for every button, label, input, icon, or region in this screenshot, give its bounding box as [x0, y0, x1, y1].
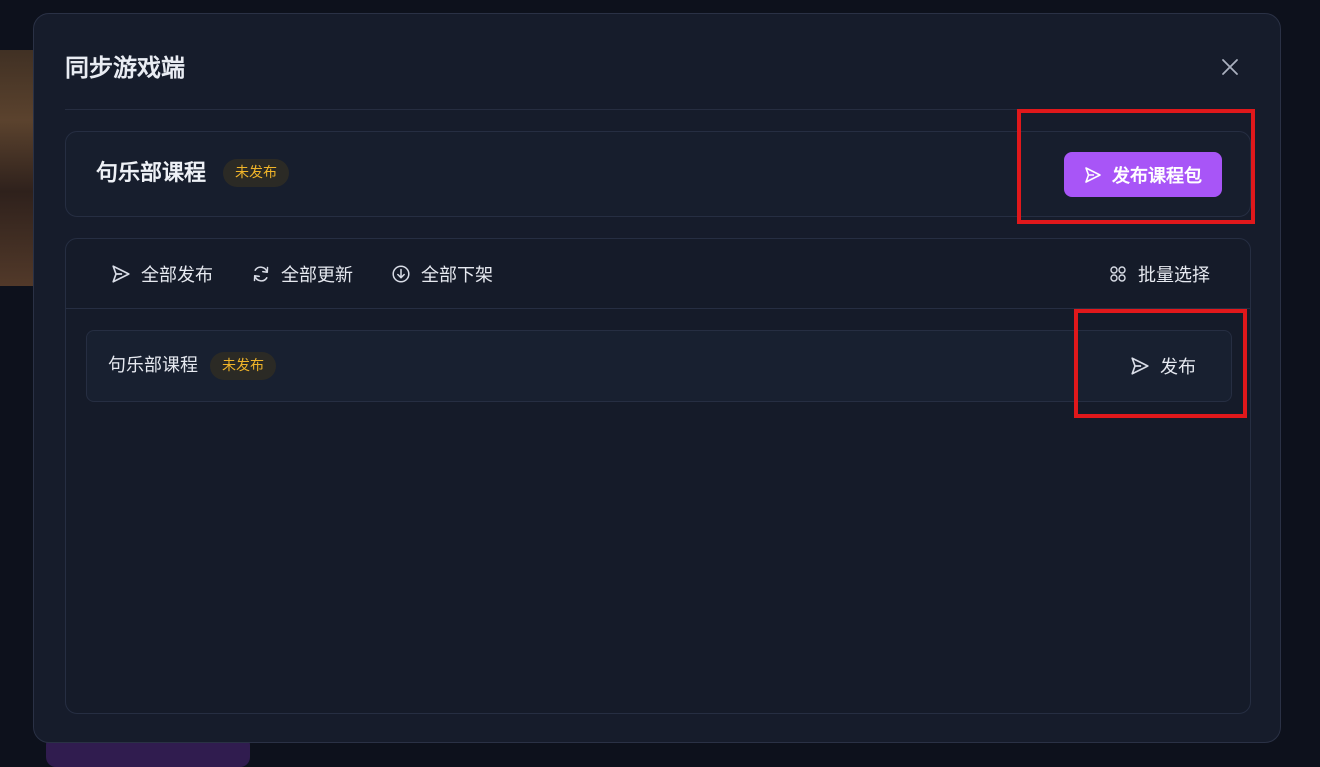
modal-title: 同步游戏端 [65, 54, 185, 82]
refresh-icon [253, 266, 269, 282]
course-card: 句乐部课程 未发布 发布课程包 [65, 131, 1251, 217]
release-list-panel: 全部发布 全部更新 全部下架 批量选择 句乐部课程 未发布 发布 [65, 238, 1251, 714]
status-badge: 未发布 [223, 159, 289, 187]
list-item: 句乐部课程 未发布 发布 [86, 330, 1232, 402]
row-publish-label: 发布 [1160, 357, 1196, 378]
unpublish-all-label: 全部下架 [421, 265, 493, 286]
header-divider [65, 109, 1251, 110]
send-icon [1131, 357, 1149, 375]
unpublish-all-button[interactable]: 全部下架 [391, 259, 493, 289]
row-name: 句乐部课程 [108, 355, 198, 376]
publish-package-label: 发布课程包 [1112, 165, 1202, 187]
course-name: 句乐部课程 [96, 161, 207, 186]
batch-select-label: 批量选择 [1138, 265, 1210, 286]
close-icon [1222, 59, 1238, 75]
row-publish-button[interactable]: 发布 [1130, 351, 1196, 381]
publish-package-button[interactable]: 发布课程包 [1064, 152, 1222, 197]
publish-all-label: 全部发布 [141, 265, 213, 286]
update-all-label: 全部更新 [281, 265, 353, 286]
grid-select-icon [1110, 266, 1126, 282]
send-icon [1085, 166, 1101, 183]
batch-select-button[interactable]: 批量选择 [1108, 259, 1210, 289]
sync-game-modal: 同步游戏端 句乐部课程 未发布 发布课程包 全部发布 全部更新 全部下架 批量选… [33, 13, 1281, 743]
bulk-toolbar: 全部发布 全部更新 全部下架 批量选择 [66, 239, 1250, 309]
update-all-button[interactable]: 全部更新 [251, 259, 353, 289]
send-icon [112, 265, 130, 283]
background-thumbnail [0, 50, 34, 286]
download-circle-icon [392, 265, 410, 283]
status-badge: 未发布 [210, 352, 276, 380]
close-button[interactable] [1219, 56, 1241, 78]
publish-all-button[interactable]: 全部发布 [111, 259, 213, 289]
